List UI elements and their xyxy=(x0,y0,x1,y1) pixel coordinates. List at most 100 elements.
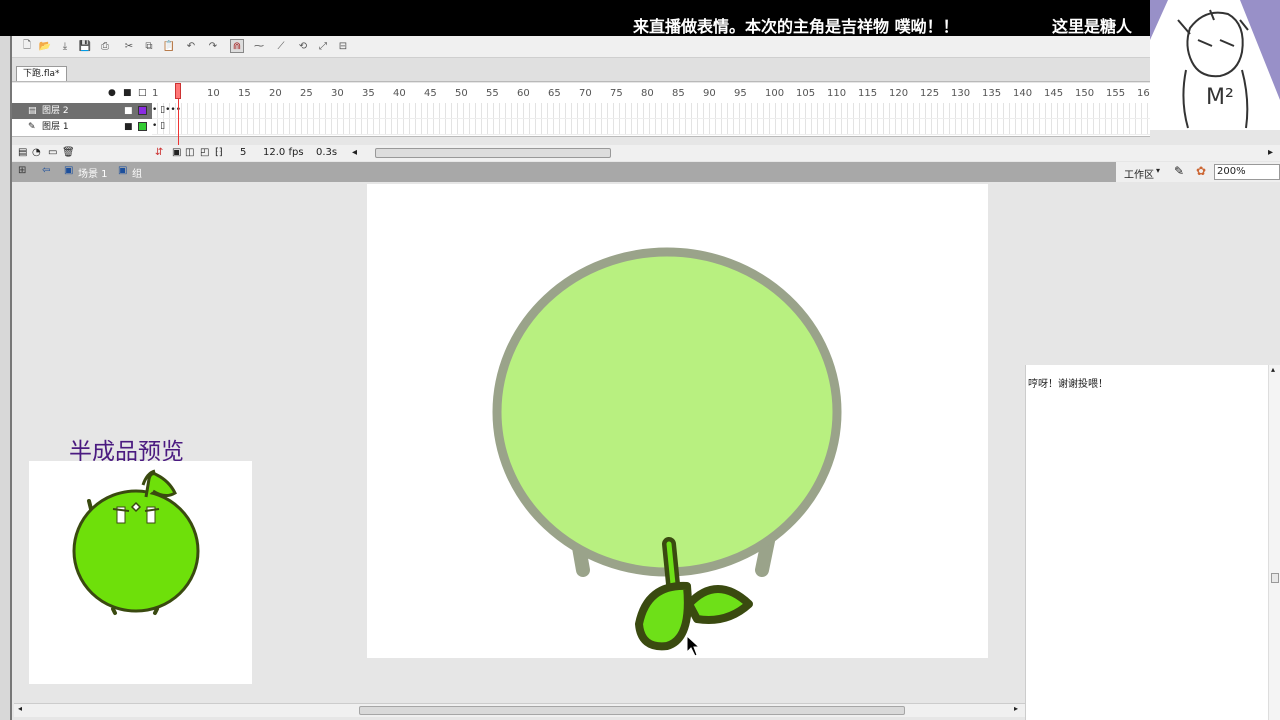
outline-icon[interactable]: □ xyxy=(138,88,147,98)
frame-ruler: 1 10 15 20 25 30 35 40 45 50 55 60 65 70 75 80 85 90 95 100… xyxy=(152,86,1150,102)
ruler-tick: 65 xyxy=(548,88,561,99)
eye-icon[interactable]: ● xyxy=(108,88,116,98)
save-icon[interactable]: 💾 xyxy=(78,39,92,53)
guide-layer-icon: ✎ xyxy=(28,122,36,132)
scroll-up-arrow[interactable]: ▴ xyxy=(1271,365,1275,374)
ruler-tick: 25 xyxy=(300,88,313,99)
layer-row[interactable]: ▤ 图层 2 ■ xyxy=(12,103,152,119)
back-arrow-icon[interactable]: ⇦ xyxy=(42,165,50,176)
playhead[interactable] xyxy=(175,83,181,159)
scroll-left-arrow[interactable]: ◂ xyxy=(352,147,357,158)
ruler-tick: 135 xyxy=(982,88,1002,99)
center-frame-icon[interactable]: ⇵ xyxy=(155,147,163,158)
ruler-tick: 45 xyxy=(424,88,437,99)
layer-visibility-controls: ● ■ □ xyxy=(108,88,152,100)
ruler-tick: 30 xyxy=(331,88,344,99)
add-guide-icon[interactable]: ◔ xyxy=(32,147,41,158)
copy-icon[interactable]: ⧉ xyxy=(142,39,156,53)
layer-frames[interactable]: • ▯••• xyxy=(152,103,1150,119)
frame-rate[interactable]: 12.0 fps xyxy=(263,147,304,158)
elapsed-time: 0.3s xyxy=(316,147,338,158)
layer-name: 图层 1 xyxy=(42,122,69,132)
ruler-tick: 145 xyxy=(1044,88,1064,99)
layer-frames[interactable]: • ▯ xyxy=(152,119,1150,135)
ruler-tick: 50 xyxy=(455,88,468,99)
scene-breadcrumb[interactable]: 场景 1 xyxy=(78,165,108,180)
snap-icon[interactable]: ⋒ xyxy=(230,39,244,53)
scroll-left-arrow[interactable]: ◂ xyxy=(18,704,22,713)
workspace-menu[interactable]: 工作区 xyxy=(1124,166,1154,181)
smooth-icon[interactable]: ⁓ xyxy=(252,39,266,53)
add-layer-icon[interactable]: ▤ xyxy=(18,147,27,158)
timeline-toggle-icon[interactable]: ⊞ xyxy=(18,165,26,176)
ruler-tick: 85 xyxy=(672,88,685,99)
scroll-right-arrow[interactable]: ▸ xyxy=(1268,147,1273,158)
delete-layer-icon[interactable]: 🗑 xyxy=(62,147,75,158)
ruler-tick: 16 xyxy=(1137,88,1150,99)
stage-canvas[interactable] xyxy=(367,184,988,658)
scroll-thumb[interactable] xyxy=(359,706,905,715)
edit-symbol-icon[interactable]: ✎ xyxy=(1174,164,1184,178)
ruler-tick: 60 xyxy=(517,88,530,99)
ruler-tick: 140 xyxy=(1013,88,1033,99)
scale-icon[interactable]: ⤢ xyxy=(316,39,330,53)
undo-icon[interactable]: ↶ xyxy=(184,39,198,53)
align-icon[interactable]: ⊟ xyxy=(336,39,350,53)
edit-bar: ⊞ ⇦ ▣ 场景 1 ▣ 组 工作区 ▾ ✎ ✿ xyxy=(12,162,1280,182)
ruler-tick: 75 xyxy=(610,88,623,99)
chat-scroll-thumb[interactable] xyxy=(1271,573,1279,583)
ruler-tick: 55 xyxy=(486,88,499,99)
scroll-right-arrow[interactable]: ▸ xyxy=(1014,704,1018,713)
scene-icon: ▣ xyxy=(64,165,74,176)
ruler-tick: 90 xyxy=(703,88,716,99)
ruler-tick: 110 xyxy=(827,88,847,99)
group-breadcrumb[interactable]: 组 xyxy=(132,165,142,180)
chevron-down-icon: ▾ xyxy=(1156,166,1161,175)
timeline-panel: ● ■ □ 1 10 15 20 25 30 35 40 45 50 55 60 65 70 75 80 85 9… xyxy=(12,83,1150,159)
chat-scrollbar[interactable]: ▴ xyxy=(1268,365,1280,720)
ruler-tick: 15 xyxy=(238,88,251,99)
new-icon[interactable]: 🗋 xyxy=(20,39,34,53)
window-left-edge xyxy=(0,36,12,720)
paste-icon[interactable]: 📋 xyxy=(162,39,176,53)
chat-panel: 哼呀！谢谢投喂！ ▴ xyxy=(1025,365,1280,720)
ruler-tick: 150 xyxy=(1075,88,1095,99)
add-folder-icon[interactable]: ▭ xyxy=(48,147,57,158)
ruler-tick: 125 xyxy=(920,88,940,99)
layer-color-swatch[interactable] xyxy=(138,122,147,131)
document-tab[interactable]: 下跑.fla* xyxy=(16,66,67,81)
print-icon[interactable]: ⎙ xyxy=(98,39,112,53)
zoom-field[interactable]: 200% xyxy=(1214,164,1280,180)
edit-multiple-icon[interactable]: ◰ xyxy=(200,147,209,158)
edit-scene-icon[interactable]: ✿ xyxy=(1196,164,1206,178)
ruler-tick: 1 xyxy=(152,88,159,99)
rotate-icon[interactable]: ⟲ xyxy=(296,39,310,53)
document-tab-bar: 下跑.fla* xyxy=(12,58,1150,82)
lock-icon[interactable]: ■ xyxy=(123,88,132,98)
ruler-tick: 35 xyxy=(362,88,375,99)
ruler-tick: 130 xyxy=(951,88,971,99)
timeline-scrollbar[interactable] xyxy=(375,148,611,158)
lock-icon[interactable]: ■ xyxy=(124,119,133,135)
onion-skin-icon[interactable]: ▣ xyxy=(172,147,181,158)
character-body xyxy=(492,247,842,577)
ruler-tick: 120 xyxy=(889,88,909,99)
keyframe[interactable]: • ▯ xyxy=(152,121,165,131)
straighten-icon[interactable]: ⟋ xyxy=(274,39,288,53)
banner-text-tail: 这里是糖人 xyxy=(1052,17,1133,36)
onion-outline-icon[interactable]: ◫ xyxy=(185,147,194,158)
layer-color-swatch[interactable] xyxy=(138,106,147,115)
import-icon[interactable]: ⤓ xyxy=(58,39,72,53)
flash-ide-screen: 来直播做表情。本次的主角是吉祥物 噗呦！！ 这里是糖人 M² 🗋 📂 ⤓ 💾 ⎙ ✂ ⧉ 📋 ↶… xyxy=(0,0,1280,720)
lock-icon[interactable]: ■ xyxy=(124,103,133,119)
ruler-tick: 10 xyxy=(207,88,220,99)
layer-icon: ▤ xyxy=(28,106,37,116)
layer-name: 图层 2 xyxy=(42,106,69,116)
onion-markers-icon[interactable]: ⁅⁆ xyxy=(215,147,223,158)
cut-icon[interactable]: ✂ xyxy=(122,39,136,53)
open-icon[interactable]: 📂 xyxy=(38,39,52,53)
layer-row[interactable]: ✎ 图层 1 ■ xyxy=(12,119,152,135)
streamer-avatar: M² xyxy=(1150,0,1280,130)
redo-icon[interactable]: ↷ xyxy=(206,39,220,53)
stage-horizontal-scrollbar[interactable]: ◂ ▸ xyxy=(14,703,1025,717)
